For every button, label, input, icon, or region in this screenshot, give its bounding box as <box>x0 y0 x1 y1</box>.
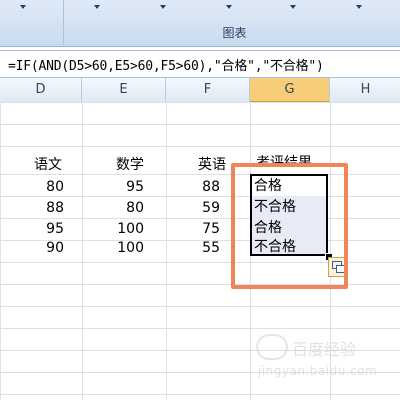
column-header-f[interactable]: F <box>166 78 250 102</box>
highlight-annotation <box>231 163 348 289</box>
cell-e-row4[interactable]: 100 <box>100 237 144 259</box>
grid-line <box>0 124 400 125</box>
grid-line <box>0 328 400 329</box>
ribbon: 图表 <box>0 0 400 47</box>
dropdown-arrow-icon[interactable] <box>226 5 232 9</box>
cell-f-row2[interactable]: 59 <box>176 197 220 219</box>
column-header-h[interactable]: H <box>330 78 400 102</box>
column-header-row: D E F G H <box>0 78 400 103</box>
ribbon-group-charts: 图表 <box>68 0 400 45</box>
watermark-text: 百度经验 <box>292 340 357 359</box>
dropdown-arrow-icon[interactable] <box>94 5 100 9</box>
watermark: 百度经验 jingyan.baidu.com <box>252 330 392 390</box>
column-header-g[interactable]: G <box>250 78 330 102</box>
dropdown-arrow-icon[interactable] <box>20 5 26 9</box>
cell-header-chinese[interactable]: 语文 <box>28 154 68 176</box>
ribbon-group-left <box>0 0 64 45</box>
cell-header-math[interactable]: 数学 <box>110 154 150 176</box>
cell-d-row4[interactable]: 90 <box>20 237 64 259</box>
column-header-e[interactable]: E <box>82 78 166 102</box>
cell-d-row2[interactable]: 88 <box>20 197 64 219</box>
cell-e-row2[interactable]: 80 <box>100 197 144 219</box>
dropdown-arrow-icon[interactable] <box>290 5 296 9</box>
cell-e-row1[interactable]: 95 <box>100 176 144 198</box>
cell-f-row4[interactable]: 55 <box>176 237 220 259</box>
grid-line <box>0 394 400 395</box>
dropdown-arrow-icon[interactable] <box>356 5 362 9</box>
watermark-logo-icon <box>256 334 288 360</box>
grid-line <box>0 306 400 307</box>
watermark-url: jingyan.baidu.com <box>258 364 378 378</box>
cell-d-row1[interactable]: 80 <box>20 176 64 198</box>
cell-f-row1[interactable]: 88 <box>176 176 220 198</box>
ribbon-group-label: 图表 <box>222 26 247 40</box>
dropdown-arrow-icon[interactable] <box>160 5 166 9</box>
column-header-d[interactable]: D <box>0 78 82 102</box>
formula-bar[interactable]: =IF(AND(D5>60,E5>60,F5>60),"合格","不合格") <box>0 50 400 78</box>
cell-header-english[interactable]: 英语 <box>192 154 232 176</box>
grid-line <box>0 146 400 147</box>
formula-text[interactable]: =IF(AND(D5>60,E5>60,F5>60),"合格","不合格") <box>8 55 324 74</box>
